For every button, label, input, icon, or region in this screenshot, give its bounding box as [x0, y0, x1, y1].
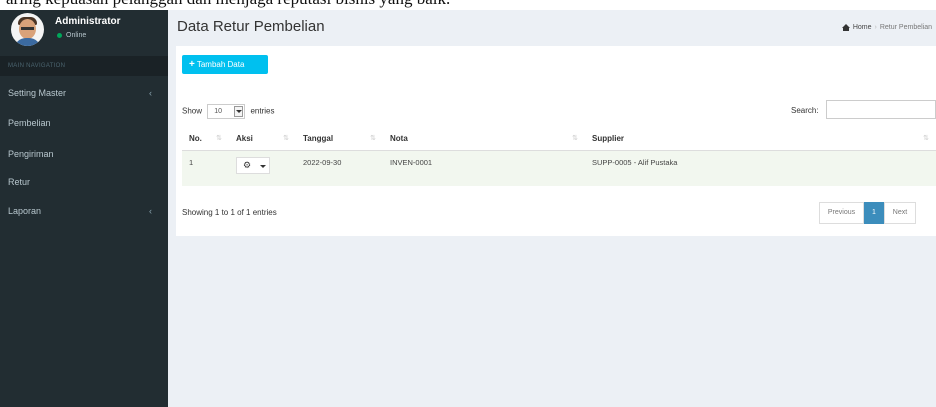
- previous-button[interactable]: Previous: [819, 202, 864, 224]
- sidebar-item-label: Pembelian: [8, 118, 51, 128]
- table-header-row: No. ⇅ Aksi ⇅ Tanggal ⇅ Nota ⇅ Supplier ⇅: [182, 126, 936, 151]
- chevron-left-icon: ‹: [149, 206, 152, 216]
- sidebar-item-pengiriman[interactable]: Pengiriman: [0, 141, 168, 168]
- breadcrumb-separator: ›: [874, 24, 877, 31]
- sidebar-item-label: Retur: [8, 177, 31, 187]
- sidebar-item-label: Setting Master: [8, 88, 67, 98]
- page-1-button[interactable]: 1: [864, 202, 884, 224]
- sort-icon: ⇅: [572, 135, 578, 142]
- search-label: Search:: [791, 106, 819, 115]
- caret-down-icon: [260, 165, 266, 168]
- sidebar-item-label: Pengiriman: [8, 149, 54, 159]
- pagination: Previous 1 Next: [819, 202, 916, 224]
- breadcrumb-current: Retur Pembelian: [879, 24, 932, 31]
- chevron-down-icon: [234, 106, 244, 117]
- content-area: + Tambah Data Show 10 entries Search: No.…: [168, 44, 936, 407]
- cell-nota: INVEN-0001: [383, 150, 585, 186]
- sort-icon: ⇅: [216, 135, 222, 142]
- table-info: Showing 1 to 1 of 1 entries: [182, 208, 277, 217]
- breadcrumb: Home › Retur Pembelian: [841, 24, 932, 31]
- sidebar-item-label: Laporan: [8, 206, 42, 216]
- box-header: + Tambah Data: [176, 46, 936, 80]
- action-dropdown-button[interactable]: ⚙: [236, 157, 270, 174]
- cell-no: 1: [182, 150, 229, 186]
- show-label: Show: [182, 106, 203, 116]
- page-title: Data Retur Pembelian: [177, 18, 325, 35]
- add-data-button[interactable]: + Tambah Data: [182, 55, 268, 74]
- gear-icon: ⚙: [243, 160, 252, 170]
- entries-select[interactable]: 10: [207, 104, 246, 119]
- online-dot-icon: [57, 32, 62, 38]
- sort-icon: ⇅: [923, 135, 929, 142]
- data-table: No. ⇅ Aksi ⇅ Tanggal ⇅ Nota ⇅ Supplier ⇅ 1 ⚙ …: [182, 126, 936, 186]
- add-data-label: Tambah Data: [196, 60, 245, 69]
- sort-icon: ⇅: [283, 135, 289, 142]
- sort-icon: ⇅: [370, 135, 376, 142]
- column-header-tanggal[interactable]: Tanggal ⇅: [296, 126, 383, 151]
- user-status: Online: [57, 32, 86, 39]
- entries-value: 10: [214, 108, 223, 115]
- user-status-label: Online: [66, 32, 87, 39]
- data-table-box: Show 10 entries Search: No. ⇅ Aksi ⇅ Tangg…: [176, 80, 936, 236]
- content-header: Data Retur Pembelian Home › Retur Pembelia…: [168, 10, 936, 44]
- plus-icon: +: [189, 59, 195, 70]
- caption-strip: aring kepuasan pelanggan dan menjaga rep…: [0, 0, 936, 10]
- entries-label: entries: [250, 106, 275, 116]
- user-panel: Administrator Online: [0, 10, 168, 56]
- sidebar: Administrator Online MAIN NAVIGATION Set…: [0, 10, 168, 407]
- cell-tanggal: 2022-09-30: [296, 150, 383, 186]
- home-icon: [841, 24, 850, 31]
- column-header-nota[interactable]: Nota ⇅: [383, 126, 585, 151]
- cell-supplier: SUPP-0005 - Alif Pustaka: [585, 150, 936, 186]
- next-button[interactable]: Next: [884, 202, 916, 224]
- breadcrumb-home[interactable]: Home: [853, 24, 872, 31]
- column-header-supplier[interactable]: Supplier ⇅: [585, 126, 936, 151]
- sidebar-item-pembelian[interactable]: Pembelian: [0, 110, 168, 137]
- caption-text: aring kepuasan pelanggan dan menjaga rep…: [6, 0, 450, 9]
- avatar: [11, 13, 44, 46]
- sidebar-item-laporan[interactable]: Laporan ‹: [0, 198, 168, 225]
- chevron-left-icon: ‹: [149, 88, 152, 98]
- show-entries: Show 10 entries: [182, 104, 275, 119]
- sidebar-item-retur[interactable]: Retur: [0, 169, 168, 196]
- search-input[interactable]: [826, 100, 936, 119]
- column-header-aksi[interactable]: Aksi ⇅: [229, 126, 296, 151]
- cell-aksi: ⚙: [229, 150, 296, 186]
- sidebar-item-setting-master[interactable]: Setting Master ‹: [0, 80, 168, 107]
- main-navigation-header: MAIN NAVIGATION: [0, 56, 168, 76]
- table-row: 1 ⚙ 2022-09-30 INVEN-0001 SUPP-0005 - Al…: [182, 150, 936, 186]
- user-name: Administrator: [55, 16, 121, 27]
- column-header-no[interactable]: No. ⇅: [182, 126, 229, 151]
